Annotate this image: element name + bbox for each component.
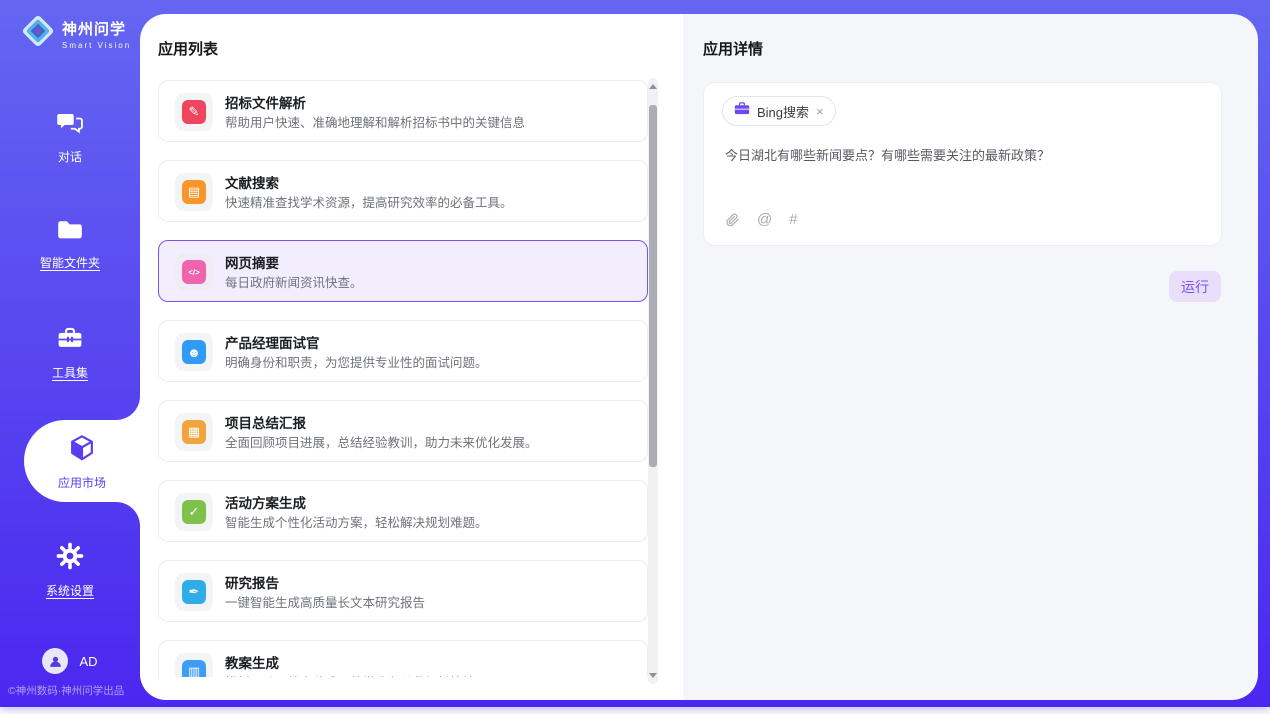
diamond-logo-icon	[20, 13, 56, 54]
sidebar-item-label: 智能文件夹	[40, 254, 100, 271]
note-icon: ▦	[182, 420, 206, 444]
app-card-desc: 模板驱动，教案秒成，教学准备从此轻松快捷	[225, 672, 475, 677]
app-card[interactable]: ✓ 活动方案生成 智能生成个性化活动方案，轻松解决规划难题。	[158, 480, 648, 542]
app-detail-title: 应用详情	[703, 38, 763, 59]
app-card-title: 教案生成	[225, 652, 279, 672]
app-card-title: 活动方案生成	[225, 492, 306, 512]
brand-name: 神州问学	[62, 18, 131, 39]
document-edit-icon: ✎	[182, 100, 206, 124]
app-card-title: 文献搜索	[225, 172, 279, 192]
app-card[interactable]: ▦ 项目总结汇报 全面回顾项目进展，总结经验教训，助力未来优化发展。	[158, 400, 648, 462]
scroll-down-arrow-icon[interactable]	[649, 673, 657, 678]
avatar	[42, 648, 68, 674]
app-card-desc: 帮助用户快速、准确地理解和解析招标书中的关键信息	[225, 112, 525, 131]
app-card-desc: 一键智能生成高质量长文本研究报告	[225, 592, 425, 611]
scroll-up-arrow-icon[interactable]	[649, 84, 657, 89]
app-icon-tile: ☻	[175, 333, 213, 371]
app-card-desc: 明确身份和职责，为您提供专业性的面试问题。	[225, 352, 488, 371]
sidebar-item-app-market[interactable]: 应用市场	[24, 420, 140, 502]
app-card-title: 研究报告	[225, 572, 279, 592]
app-window: 神州问学 Smart Vision 对话 智能文件夹	[0, 0, 1270, 707]
app-card[interactable]: ▥ 教案生成 模板驱动，教案秒成，教学准备从此轻松快捷	[158, 640, 648, 677]
app-icon-tile: ✓	[175, 493, 213, 531]
app-icon-tile: ▤	[175, 173, 213, 211]
sidebar: 神州问学 Smart Vision 对话 智能文件夹	[0, 0, 140, 707]
app-card[interactable]: ✎ 招标文件解析 帮助用户快速、准确地理解和解析招标书中的关键信息	[158, 80, 648, 142]
app-card[interactable]: ☻ 产品经理面试官 明确身份和职责，为您提供专业性的面试问题。	[158, 320, 648, 382]
gear-icon	[56, 542, 84, 575]
cube-icon	[67, 433, 97, 468]
app-card-desc: 智能生成个性化活动方案，轻松解决规划难题。	[225, 512, 488, 531]
tool-tag-bing-search[interactable]: Bing搜索 ×	[722, 96, 836, 126]
prompt-text[interactable]: 今日湖北有哪些新闻要点？有哪些需要关注的最新政策？	[725, 145, 1201, 164]
pen-report-icon: ✒	[182, 580, 206, 604]
app-icon-tile: ✎	[175, 93, 213, 131]
app-list-title: 应用列表	[158, 38, 218, 59]
briefcase-icon	[734, 101, 750, 121]
person-icon	[48, 654, 63, 669]
prompt-card[interactable]: Bing搜索 × 今日湖北有哪些新闻要点？有哪些需要关注的最新政策？ @ #	[703, 82, 1222, 246]
app-icon-tile: ✒	[175, 573, 213, 611]
user-profile[interactable]: AD	[0, 648, 140, 674]
user-initials: AD	[79, 654, 97, 669]
briefcase-icon	[56, 326, 84, 357]
folder-icon	[56, 218, 84, 247]
app-card-title: 产品经理面试官	[225, 332, 320, 352]
sidebar-item-chat[interactable]: 对话	[0, 110, 140, 165]
sidebar-item-toolset[interactable]: 工具集	[0, 326, 140, 381]
app-card[interactable]: </> 网页摘要 每日政府新闻资讯快查。	[158, 240, 648, 302]
interviewer-icon: ☻	[182, 340, 206, 364]
books-icon: ▥	[182, 660, 206, 677]
tool-tag-label: Bing搜索	[757, 102, 809, 121]
app-icon-tile: </>	[175, 253, 213, 291]
app-card-title: 网页摘要	[225, 252, 279, 272]
app-list-scroll-area: ✎ 招标文件解析 帮助用户快速、准确地理解和解析招标书中的关键信息 ▤ 文献搜索…	[158, 80, 648, 677]
attachment-icon[interactable]	[725, 212, 740, 228]
app-card-desc: 快速精准查找学术资源，提高研究效率的必备工具。	[225, 192, 513, 211]
app-card-title: 招标文件解析	[225, 92, 306, 112]
tag-close-icon[interactable]: ×	[816, 105, 824, 118]
brand-subtitle: Smart Vision	[62, 41, 131, 50]
app-card-desc: 每日政府新闻资讯快查。	[225, 272, 363, 291]
hash-icon[interactable]: #	[789, 211, 797, 228]
run-button[interactable]: 运行	[1169, 271, 1221, 302]
clipboard-check-icon: ✓	[182, 500, 206, 524]
app-card-title: 项目总结汇报	[225, 412, 306, 432]
sidebar-active-notch	[116, 502, 140, 526]
list-scrollbar[interactable]	[648, 78, 658, 684]
app-card[interactable]: ✒ 研究报告 一键智能生成高质量长文本研究报告	[158, 560, 648, 622]
app-icon-tile: ▥	[175, 653, 213, 677]
sidebar-item-smart-folder[interactable]: 智能文件夹	[0, 218, 140, 271]
sidebar-item-label: 应用市场	[58, 474, 106, 491]
app-list-panel: 应用列表 ✎ 招标文件解析 帮助用户快速、准确地理解和解析招标书中的关键信息 ▤…	[140, 14, 683, 700]
chat-icon	[56, 110, 84, 141]
sidebar-item-system-settings[interactable]: 系统设置	[0, 542, 140, 599]
sidebar-item-label: 工具集	[52, 364, 88, 381]
mention-icon[interactable]: @	[757, 211, 772, 228]
copyright-text: ©神州数码·神州问学出品	[8, 683, 124, 698]
app-card[interactable]: ▤ 文献搜索 快速精准查找学术资源，提高研究效率的必备工具。	[158, 160, 648, 222]
book-icon: ▤	[182, 180, 206, 204]
sidebar-item-label: 对话	[58, 148, 82, 165]
app-detail-panel: 应用详情 Bing搜索 × 今日湖北有哪些新闻要点？有哪些需要关注的最新政策？	[683, 14, 1258, 700]
scrollbar-thumb[interactable]	[649, 105, 657, 467]
sidebar-item-label: 系统设置	[46, 582, 94, 599]
app-card-desc: 全面回顾项目进展，总结经验教训，助力未来优化发展。	[225, 432, 538, 451]
sidebar-active-notch	[116, 396, 140, 420]
brand-logo: 神州问学 Smart Vision	[20, 13, 131, 54]
browser-code-icon: </>	[182, 260, 206, 284]
app-icon-tile: ▦	[175, 413, 213, 451]
